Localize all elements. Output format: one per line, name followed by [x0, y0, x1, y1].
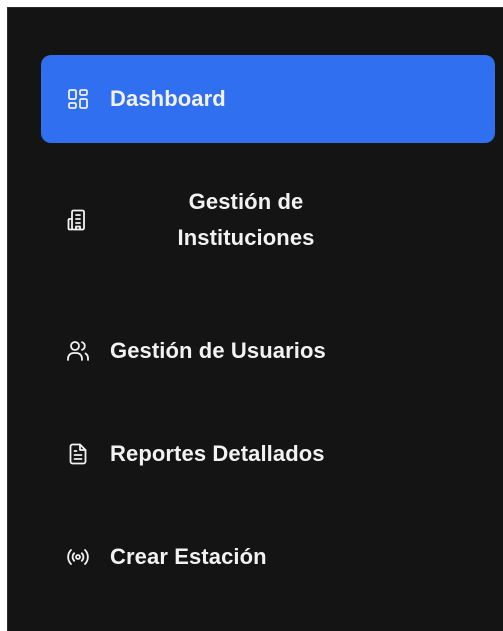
- sidebar-item-label: Gestión de Instituciones: [177, 189, 315, 250]
- sidebar-item-usuarios[interactable]: Gestión de Usuarios: [41, 326, 495, 376]
- sidebar-item-label: Reportes Detallados: [110, 441, 325, 466]
- sidebar-item-crear-estacion[interactable]: Crear Estación: [41, 532, 495, 582]
- sidebar-item-label: Crear Estación: [110, 544, 267, 569]
- users-icon: [66, 339, 90, 363]
- sidebar-item-reportes[interactable]: Reportes Detallados: [41, 429, 495, 479]
- dashboard-grid-icon: [66, 87, 90, 111]
- file-text-icon: [66, 442, 90, 466]
- page-frame: Dashboard Gestión de Instituciones Gesti…: [0, 0, 503, 631]
- sidebar-item-label: Gestión de Usuarios: [110, 338, 326, 363]
- sidebar: Dashboard Gestión de Instituciones Gesti…: [7, 7, 503, 631]
- radio-broadcast-icon: [66, 545, 90, 569]
- building-icon: [66, 208, 90, 232]
- sidebar-item-label: Dashboard: [110, 86, 226, 111]
- sidebar-item-dashboard[interactable]: Dashboard: [41, 55, 495, 143]
- sidebar-item-instituciones[interactable]: Gestión de Instituciones: [41, 180, 495, 260]
